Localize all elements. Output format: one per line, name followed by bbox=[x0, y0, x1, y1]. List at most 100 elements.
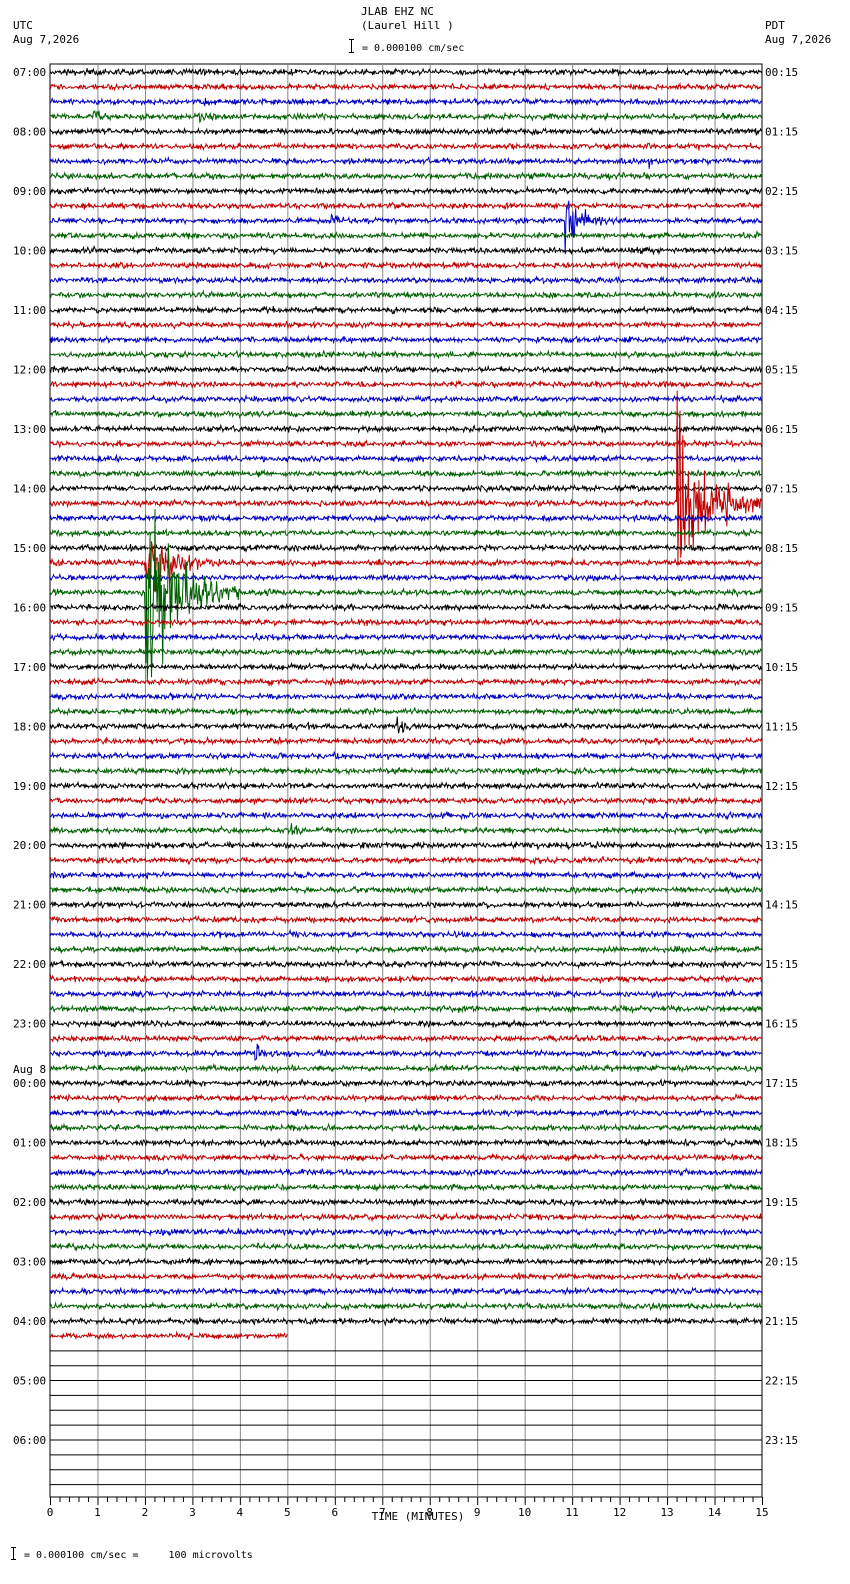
trace-line bbox=[49, 1227, 763, 1238]
trace-line bbox=[49, 1167, 763, 1178]
time-label-utc: 15:00 bbox=[13, 542, 46, 555]
trace-line bbox=[49, 543, 763, 553]
trace-line bbox=[49, 780, 762, 791]
trace-line bbox=[49, 201, 763, 211]
date-label-utc: Aug 8 bbox=[13, 1063, 46, 1076]
time-label-utc: 14:00 bbox=[13, 482, 46, 495]
time-label-utc: 17:00 bbox=[13, 661, 46, 674]
x-tick-label: 5 bbox=[284, 1506, 291, 1519]
trace-line bbox=[49, 706, 763, 717]
time-label-utc: 09:00 bbox=[13, 185, 46, 198]
trace-line bbox=[49, 823, 763, 836]
x-tick-label: 2 bbox=[142, 1506, 149, 1519]
trace-line bbox=[49, 110, 763, 124]
trace-line bbox=[49, 885, 763, 895]
time-label-utc: 07:00 bbox=[13, 66, 46, 79]
trace-line bbox=[49, 393, 763, 405]
trace-line bbox=[49, 513, 763, 524]
trace-line bbox=[49, 349, 763, 360]
time-label-utc: 13:00 bbox=[13, 423, 46, 436]
x-tick-label: 4 bbox=[237, 1506, 244, 1519]
time-label-utc: 20:00 bbox=[13, 839, 46, 852]
trace-line bbox=[49, 691, 763, 702]
x-tick-label: 0 bbox=[47, 1506, 54, 1519]
x-tick-label: 9 bbox=[474, 1506, 481, 1519]
footer-scale-cap-top bbox=[11, 1547, 16, 1548]
trace-line bbox=[49, 1107, 763, 1118]
time-label-pdt: 05:15 bbox=[765, 363, 798, 376]
time-label-utc: 02:00 bbox=[13, 1196, 46, 1209]
trace-line bbox=[49, 1182, 763, 1193]
time-label-utc: 21:00 bbox=[13, 899, 46, 912]
trace-line bbox=[49, 1003, 763, 1015]
trace-line bbox=[49, 1043, 763, 1062]
time-label-pdt: 07:15 bbox=[765, 482, 798, 495]
trace-line bbox=[49, 1078, 763, 1088]
trace-line bbox=[49, 716, 763, 734]
trace-line bbox=[49, 1271, 763, 1282]
trace-line bbox=[49, 1018, 763, 1029]
trace-line bbox=[49, 661, 762, 672]
trace-line bbox=[49, 379, 763, 390]
x-tick-label: 12 bbox=[613, 1506, 626, 1519]
x-tick-label: 1 bbox=[94, 1506, 101, 1519]
trace-line bbox=[49, 1122, 763, 1133]
time-label-pdt: 10:15 bbox=[765, 661, 798, 674]
x-tick-label: 6 bbox=[331, 1506, 338, 1519]
x-tick-label: 14 bbox=[708, 1506, 722, 1519]
time-label-pdt: 15:15 bbox=[765, 958, 798, 971]
x-tick-label: 3 bbox=[189, 1506, 196, 1519]
trace-line bbox=[49, 468, 763, 479]
trace-line bbox=[49, 289, 763, 300]
trace-line bbox=[49, 155, 762, 169]
trace-line bbox=[49, 1197, 763, 1208]
time-label-utc: 08:00 bbox=[13, 125, 46, 138]
trace-line bbox=[49, 944, 763, 955]
time-label-pdt: 22:15 bbox=[765, 1375, 798, 1388]
trace-line bbox=[49, 1092, 763, 1104]
time-label-utc: 06:00 bbox=[13, 1434, 46, 1447]
trace-line bbox=[49, 795, 763, 806]
trace-line bbox=[49, 1256, 763, 1267]
footer-scale-label: = 0.000100 cm/sec = 100 microvolts bbox=[24, 1550, 253, 1561]
trace-line bbox=[49, 870, 763, 881]
time-label-pdt: 06:15 bbox=[765, 423, 798, 436]
trace-line bbox=[49, 185, 763, 196]
trace-line bbox=[49, 1241, 763, 1252]
trace-line bbox=[49, 810, 763, 821]
time-label-utc: 11:00 bbox=[13, 304, 46, 317]
x-tick-label: 10 bbox=[518, 1506, 531, 1519]
time-label-pdt: 00:15 bbox=[765, 66, 798, 79]
trace-line bbox=[49, 67, 763, 77]
trace-line bbox=[49, 408, 763, 420]
time-label-pdt: 11:15 bbox=[765, 720, 798, 733]
time-label-pdt: 19:15 bbox=[765, 1196, 798, 1209]
seismogram-plot: 07:00 08:00 09:00 10:00 11:00 12:00 13:00 14:00… bbox=[13, 63, 798, 1523]
x-tick-label: 11 bbox=[566, 1506, 579, 1519]
trace-line bbox=[49, 275, 763, 285]
time-label-pdt: 14:15 bbox=[765, 899, 798, 912]
trace-line bbox=[49, 617, 763, 628]
trace-line bbox=[49, 453, 763, 464]
trace-line bbox=[49, 527, 763, 538]
trace-line bbox=[49, 483, 763, 494]
trace-line bbox=[49, 646, 763, 658]
trace-line bbox=[49, 81, 762, 92]
trace-line bbox=[49, 126, 763, 137]
time-label-pdt: 20:15 bbox=[765, 1256, 798, 1269]
time-label-utc: 16:00 bbox=[13, 601, 46, 614]
x-axis-label: TIME (MINUTES) bbox=[372, 1510, 465, 1523]
trace-line bbox=[49, 899, 763, 910]
time-label-utc: 04:00 bbox=[13, 1315, 46, 1328]
trace-line bbox=[49, 97, 763, 107]
time-label-utc: 10:00 bbox=[13, 244, 46, 257]
trace-line bbox=[49, 855, 763, 866]
trace-line bbox=[49, 988, 763, 999]
trace-line bbox=[49, 840, 763, 851]
trace-line bbox=[49, 1033, 763, 1044]
trace-line bbox=[49, 631, 763, 642]
time-label-pdt: 08:15 bbox=[765, 542, 798, 555]
time-label-utc: 22:00 bbox=[13, 958, 46, 971]
trace-line bbox=[49, 914, 763, 925]
trace-line bbox=[49, 141, 763, 152]
